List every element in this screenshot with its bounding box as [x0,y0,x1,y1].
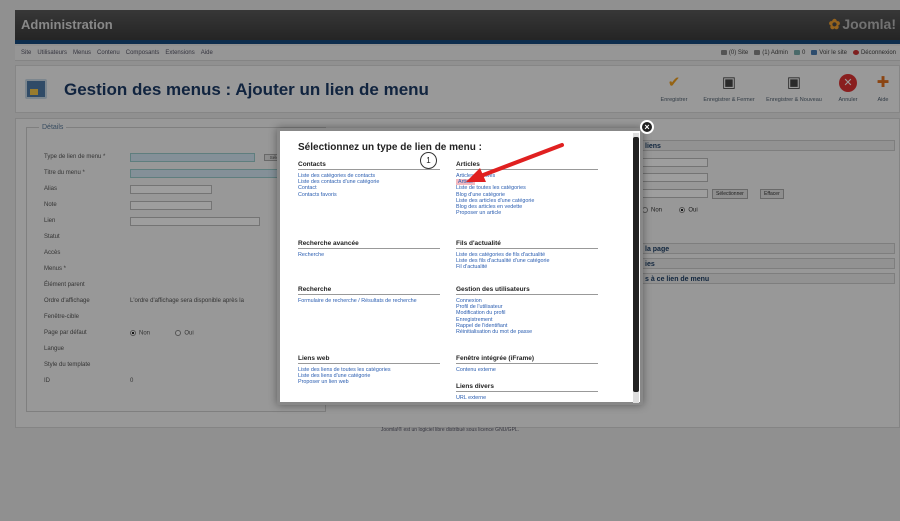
menu-item-type-modal: Sélectionnez un type de lien de menu : C… [277,128,643,405]
link-password-reset[interactable]: Réinitialisation du mot de passe [456,329,598,335]
wrapper-group: Fenêtre intégrée (iFrame) Contenu extern… [456,355,598,373]
modal-scrollbar[interactable] [633,133,639,403]
link-submit-article[interactable]: Proposer un article [456,210,598,216]
system-links-group: Liens divers URL externe [456,383,598,401]
articles-group: Articles Articles archivés Article Liste… [456,161,598,216]
group-heading: Recherche avancée [298,240,440,249]
modal-title: Sélectionnez un type de lien de menu : [298,142,482,153]
step-number-badge: 1 [420,152,437,169]
link-featured-contacts[interactable]: Contacts favoris [298,192,440,198]
group-heading: Contacts [298,161,440,170]
contacts-group: Contacts Liste des catégories de contact… [298,161,440,198]
group-heading: Liens divers [456,383,598,392]
group-heading: Fils d'actualité [456,240,598,249]
group-heading: Recherche [298,286,440,295]
link-search-form[interactable]: Formulaire de recherche / Résultats de r… [298,298,440,304]
group-heading: Liens web [298,355,440,364]
weblinks-group: Liens web Liste des liens de toutes les … [298,355,440,386]
smart-search-group: Recherche avancée Recherche [298,240,440,258]
link-wrapper[interactable]: Contenu externe [456,367,598,373]
link-external-url[interactable]: URL externe [456,395,598,401]
newsfeeds-group: Fils d'actualité Liste des catégories de… [456,240,598,271]
link-submit-weblink[interactable]: Proposer un lien web [298,379,440,385]
scrollbar-thumb[interactable] [633,137,639,392]
search-group: Recherche Formulaire de recherche / Résu… [298,286,440,304]
users-group: Gestion des utilisateurs Connexion Profi… [456,286,598,335]
link-archived-articles[interactable]: Articles archivés [456,173,598,179]
close-modal-icon[interactable]: × [640,120,654,134]
group-heading: Articles [456,161,598,170]
group-heading: Fenêtre intégrée (iFrame) [456,355,598,364]
group-heading: Gestion des utilisateurs [456,286,598,295]
link-advanced-search[interactable]: Recherche [298,252,440,258]
link-single-newsfeed[interactable]: Fil d'actualité [456,264,598,270]
